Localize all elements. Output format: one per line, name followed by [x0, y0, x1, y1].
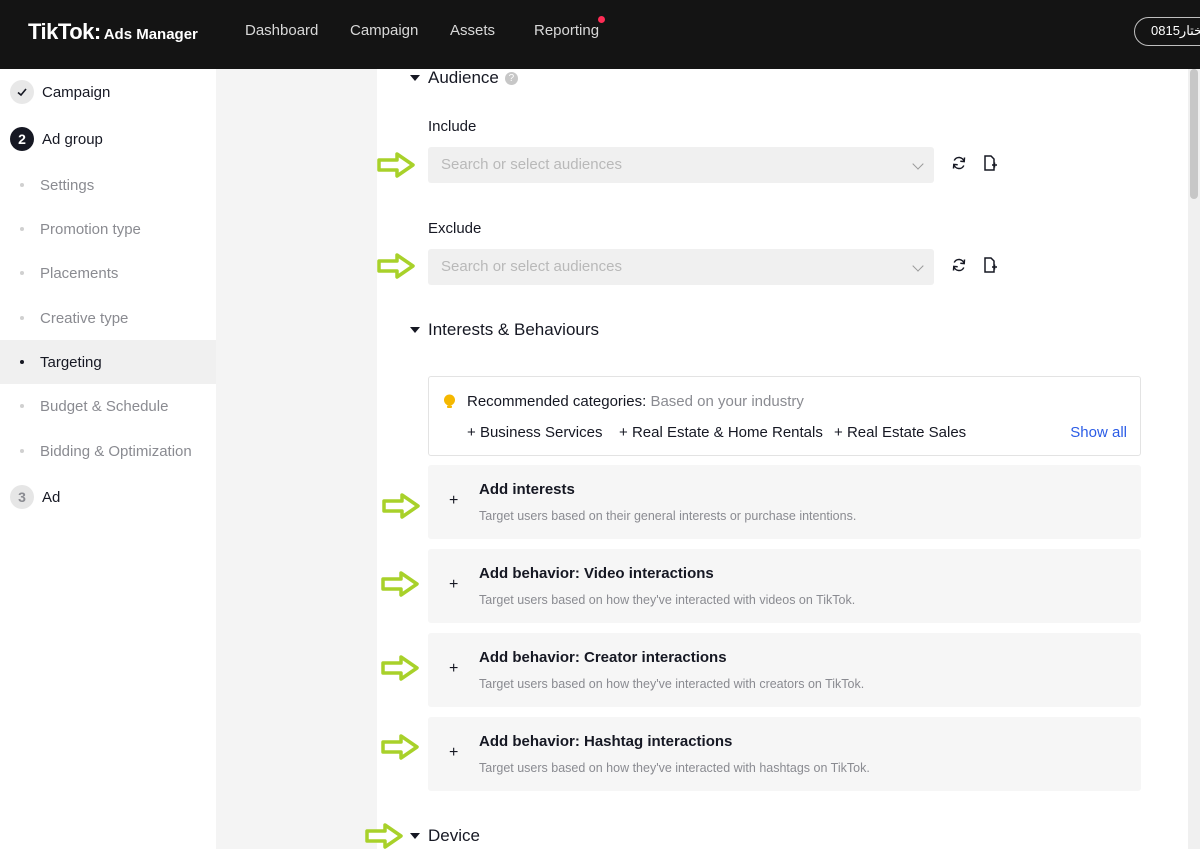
chevron-down-icon: [912, 158, 924, 170]
step-ad-group[interactable]: 2 Ad group: [10, 127, 103, 151]
notification-dot: [598, 16, 605, 23]
step-ad-group-label: Ad group: [42, 130, 103, 148]
step-ad-label: Ad: [42, 488, 61, 506]
caret-down-icon: [410, 75, 420, 81]
section-audience-title: Audience: [428, 68, 499, 87]
sidebar-item-promotion-type[interactable]: Promotion type: [0, 207, 216, 251]
card-description: Target users based on how they've intera…: [479, 593, 856, 607]
step-campaign-label: Campaign: [42, 83, 111, 101]
show-all-link[interactable]: Show all: [1070, 424, 1127, 441]
top-bar: TikTok: Ads Manager Dashboard Campaign A…: [0, 0, 1200, 69]
card-description: Target users based on how they've intera…: [479, 761, 870, 775]
section-audience[interactable]: Audience ?: [410, 68, 518, 88]
exclude-label: Exclude: [428, 220, 482, 237]
include-label: Include: [428, 118, 477, 135]
include-placeholder: Search or select audiences: [441, 156, 622, 173]
step-ad[interactable]: 3 Ad: [10, 485, 60, 509]
exclude-audience-select[interactable]: Search or select audiences: [428, 249, 934, 285]
card-title: Add behavior: Hashtag interactions: [479, 733, 733, 750]
lightbulb-icon: [444, 394, 455, 408]
nav-campaign[interactable]: Campaign: [350, 22, 418, 39]
refresh-icon[interactable]: [950, 256, 968, 274]
exclude-placeholder: Search or select audiences: [441, 258, 622, 275]
help-icon[interactable]: ?: [504, 71, 518, 85]
chevron-down-icon: [912, 260, 924, 272]
recommended-subtitle: Based on your industry: [650, 393, 804, 410]
nav-assets[interactable]: Assets: [450, 22, 495, 39]
section-interests-behaviours[interactable]: Interests & Behaviours: [410, 320, 599, 340]
account-switcher[interactable]: 0815مختار: [1134, 17, 1200, 46]
annotation-arrow-icon: [365, 823, 403, 849]
sidebar-item-bidding-optimization[interactable]: Bidding & Optimization: [0, 429, 216, 473]
annotation-arrow-icon: [382, 493, 420, 519]
refresh-icon[interactable]: [950, 154, 968, 172]
annotation-arrow-icon: [377, 253, 415, 279]
chip-business-services[interactable]: + Business Services: [467, 424, 603, 441]
chip-real-estate-sales[interactable]: + Real Estate Sales: [834, 424, 966, 441]
card-description: Target users based on how they've intera…: [479, 677, 865, 691]
scroll-thumb[interactable]: [1190, 69, 1198, 199]
card-title: Add behavior: Video interactions: [479, 565, 714, 582]
sidebar-item-creative-type[interactable]: Creative type: [0, 296, 216, 340]
add-video-interactions-card[interactable]: + Add behavior: Video interactions Targe…: [428, 549, 1141, 623]
sidebar-item-targeting[interactable]: Targeting: [0, 340, 216, 384]
plus-icon: +: [449, 576, 459, 593]
card-title: Add interests: [479, 481, 575, 498]
scrollbar[interactable]: [1188, 69, 1200, 849]
caret-down-icon: [410, 327, 420, 333]
annotation-arrow-icon: [381, 655, 419, 681]
sidebar-item-budget-schedule[interactable]: Budget & Schedule: [0, 384, 216, 428]
brand-logo[interactable]: TikTok: Ads Manager: [28, 19, 198, 45]
annotation-arrow-icon: [381, 734, 419, 760]
add-interests-card[interactable]: + Add interests Target users based on th…: [428, 465, 1141, 539]
recommended-categories: Recommended categories: Based on your in…: [428, 376, 1141, 456]
card-title: Add behavior: Creator interactions: [479, 649, 727, 666]
section-device-title: Device: [428, 826, 480, 845]
plus-icon: +: [449, 492, 459, 509]
check-icon: [10, 80, 34, 104]
sidebar-item-placements[interactable]: Placements: [0, 251, 216, 295]
create-audience-icon[interactable]: [981, 256, 999, 274]
create-audience-icon[interactable]: [981, 154, 999, 172]
add-hashtag-interactions-card[interactable]: + Add behavior: Hashtag interactions Tar…: [428, 717, 1141, 791]
sidebar: Campaign 2 Ad group Settings Promotion t…: [0, 69, 216, 849]
nav-reporting[interactable]: Reporting: [534, 22, 599, 39]
caret-down-icon: [410, 833, 420, 839]
card-description: Target users based on their general inte…: [479, 509, 857, 523]
annotation-arrow-icon: [377, 152, 415, 178]
step-number-badge: 3: [10, 485, 34, 509]
step-number-badge: 2: [10, 127, 34, 151]
section-device[interactable]: Device: [410, 826, 480, 846]
tiktok-logo: TikTok: [28, 19, 94, 44]
plus-icon: +: [449, 660, 459, 677]
add-creator-interactions-card[interactable]: + Add behavior: Creator interactions Tar…: [428, 633, 1141, 707]
ads-manager-label: Ads Manager: [103, 26, 198, 43]
step-campaign[interactable]: Campaign: [10, 80, 110, 104]
plus-icon: +: [449, 744, 459, 761]
recommended-label: Recommended categories:: [467, 393, 647, 410]
include-audience-select[interactable]: Search or select audiences: [428, 147, 934, 183]
sidebar-item-settings[interactable]: Settings: [0, 163, 216, 207]
annotation-arrow-icon: [381, 571, 419, 597]
chip-real-estate-home-rentals[interactable]: + Real Estate & Home Rentals: [619, 424, 823, 441]
section-interests-title: Interests & Behaviours: [428, 320, 600, 339]
nav-dashboard[interactable]: Dashboard: [245, 22, 318, 39]
